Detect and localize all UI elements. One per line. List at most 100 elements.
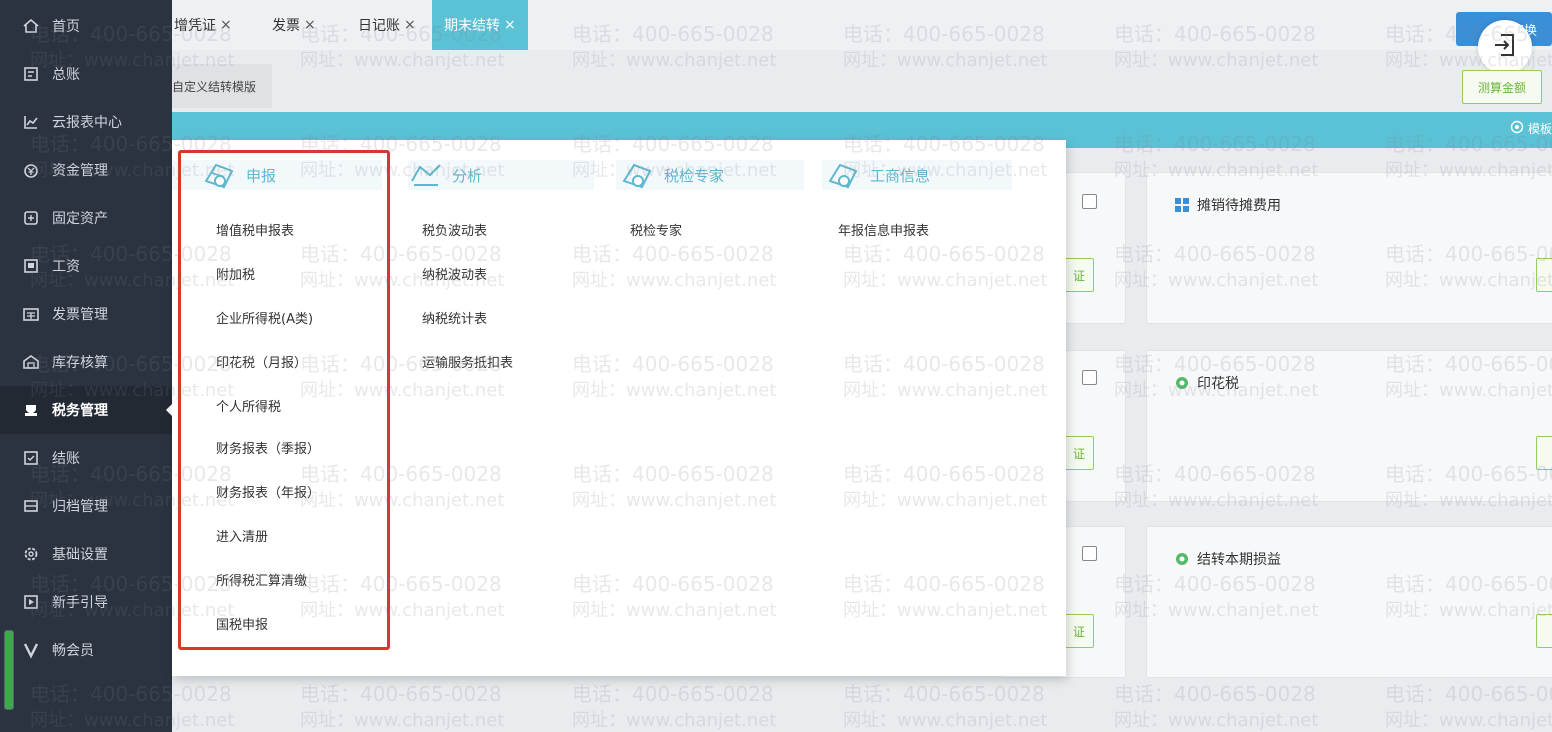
logout-icon bbox=[1491, 31, 1519, 63]
card-title: 印花税 bbox=[1197, 376, 1239, 392]
menu-item-tax-expert[interactable]: 税检专家 bbox=[630, 220, 682, 239]
sidebar: 首页 总账 云报表中心 资金管理 固定资产 工资 发票管理 库存核算 税务管理 … bbox=[0, 0, 173, 732]
money-icon bbox=[22, 161, 40, 179]
sidebar-item-label: 总账 bbox=[52, 67, 80, 83]
menu-item-tax-statistics[interactable]: 纳税统计表 bbox=[422, 308, 487, 327]
menu-item-enter-roster[interactable]: 进入清册 bbox=[216, 526, 268, 545]
tab-label: 期末结转 bbox=[444, 18, 500, 34]
watermark-site: 网址：www.chanjet.net bbox=[572, 710, 777, 731]
closing-icon bbox=[22, 449, 40, 467]
menu-item-stamp-tax-monthly[interactable]: 印花税（月报） bbox=[216, 352, 307, 371]
vip-icon bbox=[22, 641, 40, 659]
card-voucher-button[interactable]: 证 bbox=[1064, 258, 1094, 292]
salary-icon bbox=[22, 257, 40, 275]
sidebar-item-funds[interactable]: 资金管理 bbox=[0, 146, 172, 194]
custom-template-button[interactable]: 自定义结转模版 bbox=[172, 64, 272, 108]
warehouse-icon bbox=[22, 353, 40, 371]
analysis-icon bbox=[411, 164, 441, 186]
card-title: 结转本期损益 bbox=[1197, 552, 1281, 568]
sidebar-item-label: 新手引导 bbox=[52, 595, 108, 611]
menu-item-transport-deduction[interactable]: 运输服务抵扣表 bbox=[422, 352, 513, 371]
sidebar-item-label: 工资 bbox=[52, 259, 80, 275]
sidebar-item-inventory[interactable]: 库存核算 bbox=[0, 338, 172, 386]
sidebar-item-label: 归档管理 bbox=[52, 499, 108, 515]
close-icon[interactable]: × bbox=[504, 17, 516, 33]
asset-icon bbox=[22, 209, 40, 227]
recycle-icon bbox=[1176, 377, 1188, 389]
watermark-phone: 电话：400-665-0028 bbox=[843, 682, 1045, 706]
card-voucher-button[interactable] bbox=[1536, 258, 1552, 292]
card-checkbox[interactable] bbox=[1082, 546, 1097, 561]
sidebar-item-label: 固定资产 bbox=[52, 211, 108, 227]
tab-label: 日记账 bbox=[358, 18, 400, 34]
sidebar-item-fixed-assets[interactable]: 固定资产 bbox=[0, 194, 172, 242]
menu-item-surtax[interactable]: 附加税 bbox=[216, 264, 255, 283]
tax-icon bbox=[22, 401, 40, 419]
status-indicator bbox=[4, 630, 14, 710]
sidebar-item-closing[interactable]: 结账 bbox=[0, 434, 172, 482]
sidebar-item-vip[interactable]: 畅会员 bbox=[0, 626, 172, 674]
menu-column-header-declare: 申报 bbox=[172, 160, 382, 190]
sidebar-item-archive[interactable]: 归档管理 bbox=[0, 482, 172, 530]
sidebar-item-label: 税务管理 bbox=[52, 403, 108, 419]
menu-item-tax-burden-fluctuation[interactable]: 税负波动表 bbox=[422, 220, 487, 239]
template-settings-link[interactable]: 模板 bbox=[1510, 120, 1552, 137]
sidebar-item-label: 云报表中心 bbox=[52, 115, 122, 131]
sidebar-item-label: 首页 bbox=[52, 19, 80, 35]
sidebar-item-tax[interactable]: 税务管理 bbox=[0, 386, 173, 434]
watermark-site: 网址：www.chanjet.net bbox=[843, 710, 1048, 731]
card-voucher-button[interactable] bbox=[1536, 436, 1552, 470]
close-icon[interactable]: × bbox=[304, 17, 316, 33]
sidebar-item-ledger[interactable]: 总账 bbox=[0, 50, 172, 98]
calculate-amount-button[interactable]: 测算金额 bbox=[1462, 70, 1542, 104]
sidebar-item-label: 资金管理 bbox=[52, 163, 108, 179]
document-icon bbox=[204, 163, 234, 189]
sidebar-item-report-center[interactable]: 云报表中心 bbox=[0, 98, 172, 146]
tab-invoice[interactable]: 发票 × bbox=[272, 0, 316, 50]
card-title: 摊销待摊费用 bbox=[1197, 198, 1281, 214]
menu-item-financial-report-annual[interactable]: 财务报表（年报） bbox=[216, 482, 320, 501]
sidebar-item-invoice[interactable]: 发票管理 bbox=[0, 290, 172, 338]
sidebar-item-salary[interactable]: 工资 bbox=[0, 242, 172, 290]
sidebar-item-home[interactable]: 首页 bbox=[0, 2, 172, 50]
expert-icon bbox=[622, 163, 652, 189]
watermark-phone: 电话：400-665-0028 bbox=[300, 682, 502, 706]
sidebar-item-label: 基础设置 bbox=[52, 547, 108, 563]
watermark-site: 网址：www.chanjet.net bbox=[300, 710, 505, 731]
close-icon[interactable]: × bbox=[220, 17, 232, 33]
tab-bar: 增凭证 × 发票 × 日记账 × 期末结转 × bbox=[172, 0, 1552, 50]
menu-item-national-tax-declare[interactable]: 国税申报 bbox=[216, 614, 268, 633]
watermark-phone: 电话：400-665-0028 bbox=[572, 682, 774, 706]
tab-label: 增凭证 bbox=[174, 18, 216, 34]
menu-column-header-analysis: 分析 bbox=[408, 160, 594, 190]
business-icon bbox=[828, 163, 858, 189]
watermark-phone: 电话：400-665-0028 bbox=[1114, 682, 1316, 706]
logout-button[interactable] bbox=[1478, 20, 1532, 74]
menu-item-vat-return[interactable]: 增值税申报表 bbox=[216, 220, 294, 239]
card-voucher-button[interactable]: 证 bbox=[1064, 614, 1094, 648]
card-voucher-button[interactable]: 证 bbox=[1064, 436, 1094, 470]
watermark-site: 网址：www.chanjet.net bbox=[1385, 710, 1552, 731]
menu-item-personal-income-tax[interactable]: 个人所得税 bbox=[216, 396, 281, 415]
card-voucher-button[interactable] bbox=[1536, 614, 1552, 648]
tab-add-voucher[interactable]: 增凭证 × bbox=[174, 0, 232, 50]
sidebar-item-label: 畅会员 bbox=[52, 643, 94, 659]
home-icon bbox=[22, 17, 40, 35]
menu-item-financial-report-quarterly[interactable]: 财务报表（季报） bbox=[216, 438, 320, 457]
menu-column-header-business-info: 工商信息 bbox=[822, 160, 1012, 190]
sidebar-item-settings[interactable]: 基础设置 bbox=[0, 530, 172, 578]
tab-journal[interactable]: 日记账 × bbox=[358, 0, 416, 50]
menu-item-annual-report-info[interactable]: 年报信息申报表 bbox=[838, 220, 929, 239]
card-checkbox[interactable] bbox=[1082, 194, 1097, 209]
card-checkbox[interactable] bbox=[1082, 370, 1097, 385]
menu-item-tax-payment-fluctuation[interactable]: 纳税波动表 bbox=[422, 264, 487, 283]
tab-period-end-transfer[interactable]: 期末结转 × bbox=[432, 0, 528, 50]
gear-icon bbox=[22, 545, 40, 563]
sidebar-item-guide[interactable]: 新手引导 bbox=[0, 578, 172, 626]
recycle-icon bbox=[1176, 553, 1188, 565]
menu-item-corporate-income-tax[interactable]: 企业所得税(A类) bbox=[216, 308, 313, 327]
archive-icon bbox=[22, 497, 40, 515]
watermark-site: 网址：www.chanjet.net bbox=[1114, 710, 1319, 731]
close-icon[interactable]: × bbox=[404, 17, 416, 33]
menu-item-income-tax-settlement[interactable]: 所得税汇算清缴 bbox=[216, 570, 307, 589]
